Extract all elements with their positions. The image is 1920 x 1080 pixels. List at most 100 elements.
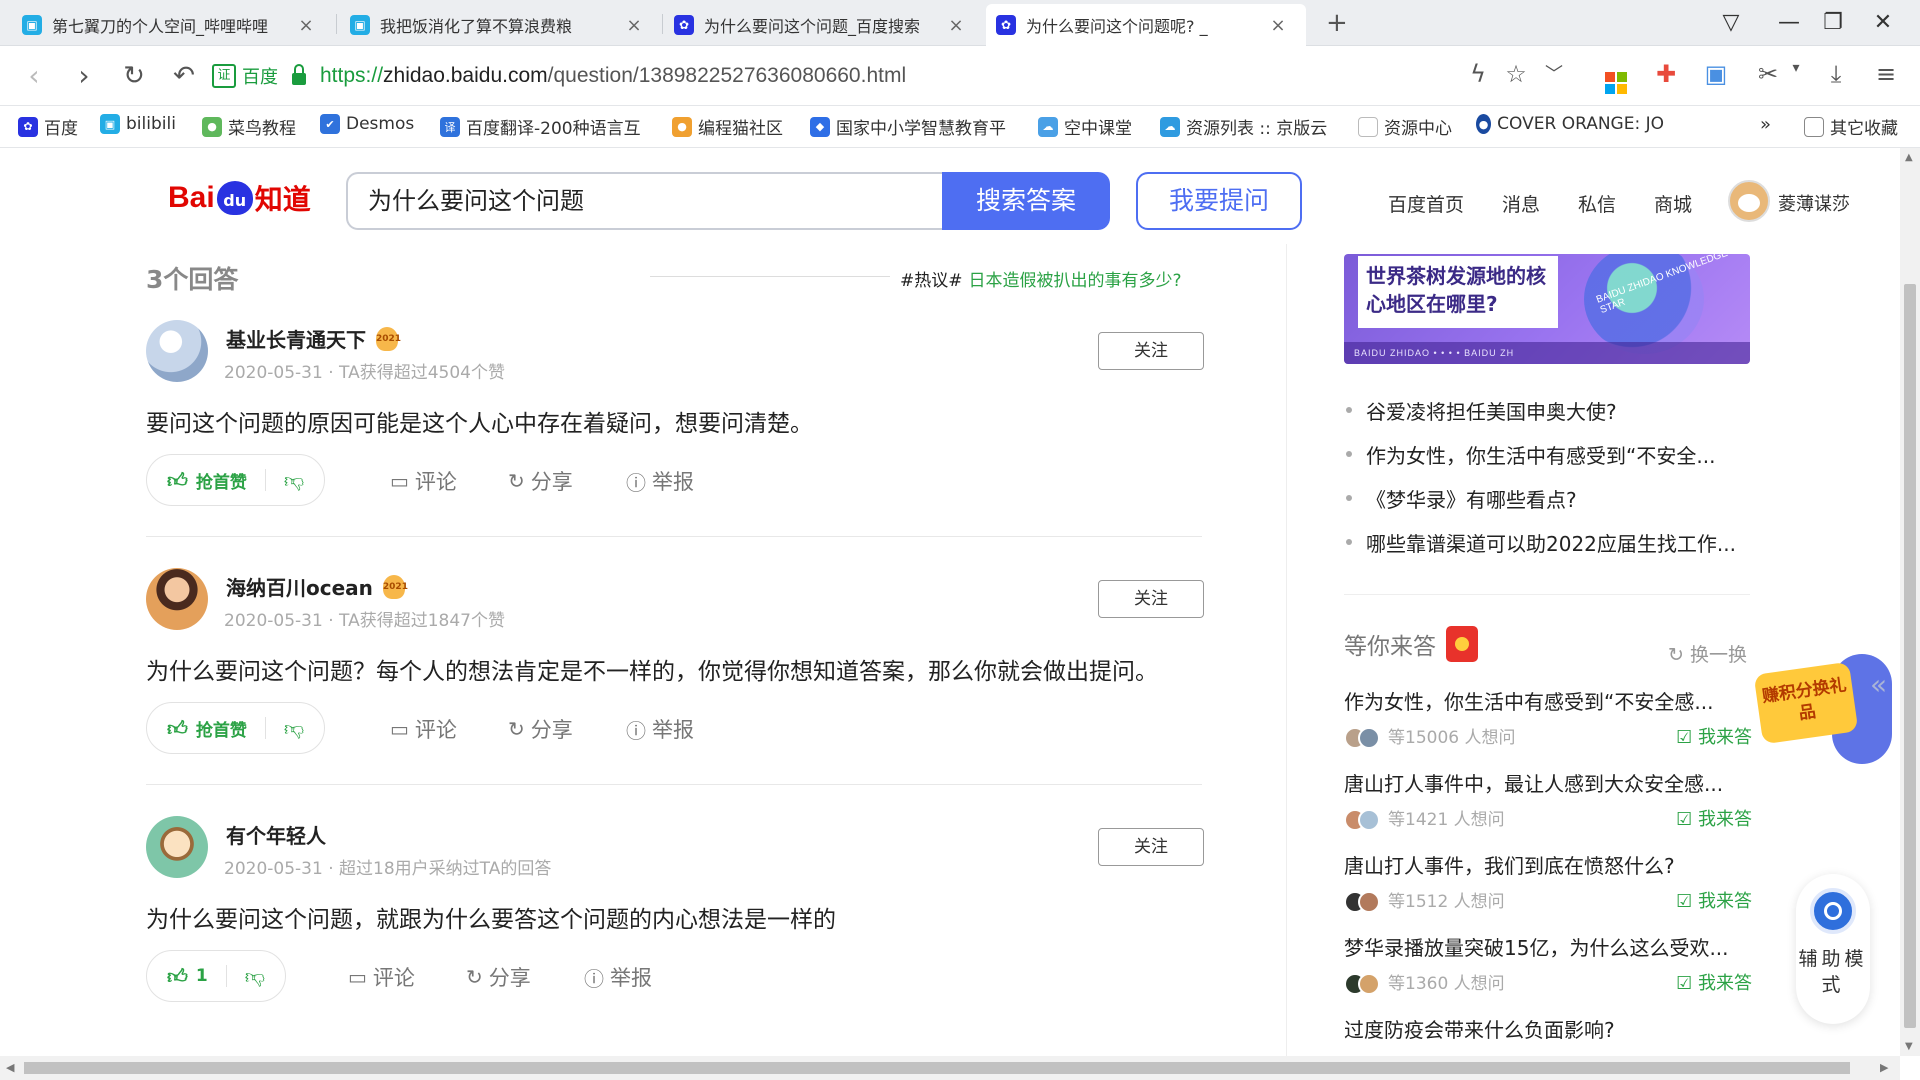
avatar[interactable]: [146, 320, 208, 382]
list-item[interactable]: 作为女性，你生活中有感受到“不安全...: [1346, 432, 1750, 476]
list-item[interactable]: 哪些靠谱渠道可以助2022应届生找工作...: [1346, 520, 1750, 564]
star-icon[interactable]: ☆: [1500, 60, 1532, 88]
bookmarks-more-button[interactable]: »: [1760, 114, 1771, 135]
bookmark-item[interactable]: ◆ 国家中小学智慧教育平: [810, 114, 1006, 139]
upvote-button[interactable]: 👍︎ 抢首赞: [167, 468, 247, 493]
other-bookmarks[interactable]: 其它收藏: [1804, 114, 1898, 139]
lightning-icon[interactable]: ϟ: [1462, 60, 1494, 88]
scroll-up-icon[interactable]: ▲: [1905, 152, 1913, 163]
scrollbar-thumb[interactable]: [1904, 284, 1916, 1028]
reload-icon[interactable]: ↻: [118, 60, 150, 92]
upvote-button[interactable]: 👍︎ 1: [167, 964, 208, 989]
bookmark-item[interactable]: 译百度翻译-200种语言互: [440, 114, 641, 139]
ask-question-button[interactable]: 我要提问: [1136, 172, 1302, 230]
link-messages[interactable]: 消息: [1502, 190, 1540, 217]
bookmark-item[interactable]: ▣ bilibili: [100, 114, 176, 134]
bookmark-item[interactable]: 资源中心: [1358, 114, 1452, 139]
list-item[interactable]: 谷爱凌将担任美国申奥大使?: [1346, 388, 1750, 432]
collapse-icon[interactable]: «: [1870, 668, 1887, 701]
chevron-down-icon[interactable]: ▾: [1780, 60, 1812, 76]
follow-button[interactable]: 关注: [1098, 828, 1204, 866]
report-button[interactable]: ⓘ 举报: [584, 962, 652, 992]
menu-icon[interactable]: ≡: [1870, 60, 1902, 88]
list-item[interactable]: 梦华录播放量突破15亿，为什么这么受欢... 等1360 人想问 ☑ 我来答: [1344, 932, 1752, 997]
forward-icon[interactable]: ›: [68, 60, 100, 92]
question-title[interactable]: 作为女性，你生活中有感受到“不安全感...: [1344, 686, 1752, 715]
shirt-icon[interactable]: ▽: [1716, 10, 1746, 35]
comment-button[interactable]: ▭ 评论: [390, 714, 457, 744]
answerer-name[interactable]: 基业长青通天下 2021: [226, 324, 401, 353]
new-tab-icon[interactable]: +: [1326, 8, 1348, 38]
gamepad-icon[interactable]: ✚: [1650, 60, 1682, 88]
apps-icon[interactable]: [1600, 60, 1632, 94]
report-button[interactable]: ⓘ 举报: [626, 466, 694, 496]
comment-button[interactable]: ▭ 评论: [390, 466, 457, 496]
minimize-icon[interactable]: —: [1774, 10, 1804, 35]
upvote-button[interactable]: 👍︎ 抢首赞: [167, 716, 247, 741]
browser-tab[interactable]: ▣ 第七翼刀的个人空间_哔哩哔哩 ×: [12, 4, 326, 46]
answer-button[interactable]: ☑ 我来答: [1676, 805, 1752, 831]
search-input[interactable]: 为什么要问这个问题: [346, 172, 944, 230]
follow-button[interactable]: 关注: [1098, 580, 1204, 618]
answer-button[interactable]: ☑ 我来答: [1676, 887, 1752, 913]
thumbs-down-icon[interactable]: 👎︎: [284, 468, 304, 493]
chat-icon[interactable]: ▣: [1700, 60, 1732, 88]
points-promo-widget[interactable]: 赚积分换礼品: [1753, 654, 1892, 764]
bookmark-item[interactable]: ● COVER ORANGE: JO: [1476, 114, 1664, 134]
browser-tab[interactable]: ✿ 为什么要问这个问题_百度搜索 ×: [664, 4, 976, 46]
close-icon[interactable]: ×: [624, 15, 644, 36]
close-icon[interactable]: ×: [1268, 15, 1288, 36]
bookmark-item[interactable]: ☁ 空中课堂: [1038, 114, 1132, 139]
answerer-name[interactable]: 海纳百川ocean 2021: [226, 572, 408, 601]
avatar[interactable]: [146, 568, 208, 630]
bookmark-item[interactable]: ● 编程猫社区: [672, 114, 783, 139]
close-icon[interactable]: ×: [296, 15, 316, 36]
avatar[interactable]: [146, 816, 208, 878]
bookmark-item[interactable]: ✔ Desmos: [320, 114, 414, 134]
follow-button[interactable]: 关注: [1098, 332, 1204, 370]
avatar[interactable]: [1728, 180, 1770, 222]
promo-banner[interactable]: BAIDU ZHIDAO KNOWLEDGE STAR 世界茶树发源地的核心地区…: [1344, 254, 1750, 364]
answer-button[interactable]: ☑ 我来答: [1676, 723, 1752, 749]
question-title[interactable]: 唐山打人事件，我们到底在愤怒什么?: [1344, 850, 1752, 879]
list-item[interactable]: 作为女性，你生活中有感受到“不安全感... 等15006 人想问 ☑ 我来答: [1344, 686, 1752, 751]
report-button[interactable]: ⓘ 举报: [626, 714, 694, 744]
chevron-down-icon[interactable]: ﹀: [1538, 60, 1570, 86]
list-item[interactable]: 唐山打人事件中，最让人感到大众安全感... 等1421 人想问 ☑ 我来答: [1344, 768, 1752, 833]
browser-tab[interactable]: ▣ 我把饭消化了算不算浪费粮 ×: [340, 4, 654, 46]
close-icon[interactable]: ×: [946, 15, 966, 36]
close-window-icon[interactable]: ✕: [1868, 10, 1898, 35]
bookmark-item[interactable]: ☁ 资源列表 :: 京版云: [1160, 114, 1327, 139]
back-icon[interactable]: ‹: [18, 60, 50, 92]
answer-button[interactable]: ☑ 我来答: [1676, 969, 1752, 995]
hot-topic-link[interactable]: 日本造假被扒出的事有多少?: [969, 266, 1182, 291]
refresh-button[interactable]: ↻ 换一换: [1668, 640, 1747, 667]
undo-icon[interactable]: ↶: [168, 60, 200, 92]
horizontal-scrollbar[interactable]: ◀ ▶: [0, 1056, 1900, 1080]
thumbs-down-icon[interactable]: 👎︎: [245, 964, 265, 989]
username[interactable]: 菱薄谋莎: [1778, 190, 1850, 216]
address-bar[interactable]: 证 百度 https://zhidao.baidu.com/question/1…: [212, 55, 1572, 97]
thumbs-down-icon[interactable]: 👎︎: [284, 716, 304, 741]
vertical-scrollbar[interactable]: ▲ ▼: [1900, 148, 1920, 1056]
share-button[interactable]: ↻ 分享: [466, 962, 531, 992]
list-item[interactable]: 唐山打人事件，我们到底在愤怒什么? 等1512 人想问 ☑ 我来答: [1344, 850, 1752, 915]
question-title[interactable]: 过度防疫会带来什么负面影响?: [1344, 1014, 1615, 1043]
bookmark-item[interactable]: ✿ 百度: [18, 114, 78, 139]
scroll-left-icon[interactable]: ◀: [6, 1061, 14, 1074]
zhidao-logo[interactable]: Bai du 知道: [168, 178, 311, 218]
download-icon[interactable]: ⤓: [1820, 60, 1852, 88]
comment-button[interactable]: ▭ 评论: [348, 962, 415, 992]
answerer-name[interactable]: 有个年轻人: [226, 820, 326, 849]
list-item[interactable]: 《梦华录》有哪些看点?: [1346, 476, 1750, 520]
question-title[interactable]: 唐山打人事件中，最让人感到大众安全感...: [1344, 768, 1752, 797]
scroll-right-icon[interactable]: ▶: [1880, 1061, 1888, 1074]
share-button[interactable]: ↻ 分享: [508, 466, 573, 496]
scroll-down-icon[interactable]: ▼: [1905, 1041, 1913, 1052]
search-button[interactable]: 搜索答案: [942, 172, 1110, 230]
certificate-badge[interactable]: 证 百度: [212, 63, 278, 89]
restore-icon[interactable]: ❐: [1818, 10, 1848, 35]
link-mall[interactable]: 商城: [1654, 190, 1692, 217]
url-text[interactable]: https://zhidao.baidu.com/question/138982…: [320, 64, 906, 88]
bookmark-item[interactable]: ● 菜鸟教程: [202, 114, 296, 139]
